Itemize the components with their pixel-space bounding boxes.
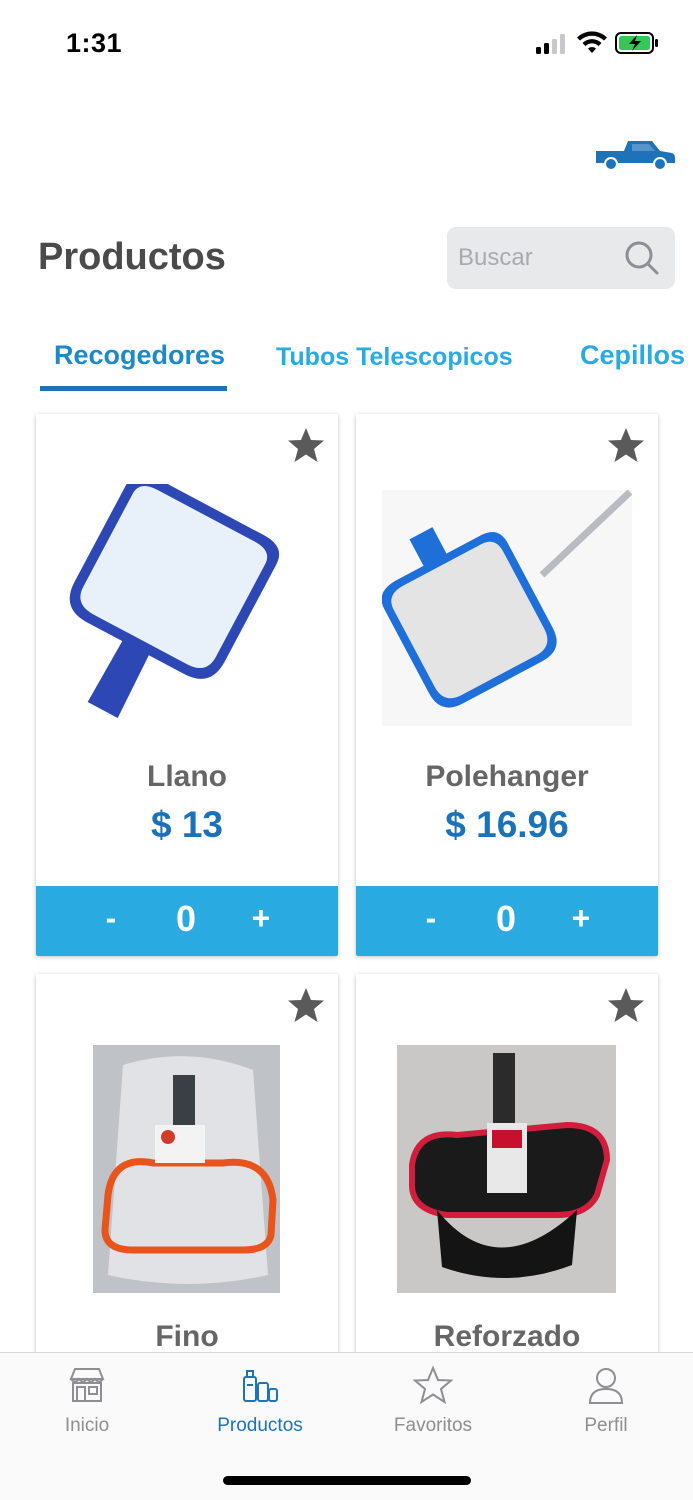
- quantity-value: 0: [495, 898, 517, 939]
- product-card[interactable]: Fino: [36, 974, 338, 1394]
- favorite-star-icon[interactable]: [606, 986, 646, 1024]
- product-name: Llano: [147, 760, 227, 793]
- favorite-star-icon[interactable]: [286, 426, 326, 464]
- product-card[interactable]: Polehanger $ 16.96 - 0 +: [356, 414, 658, 956]
- nav-label: Favoritos: [393, 1415, 473, 1436]
- star-outline-icon: [413, 1365, 453, 1405]
- product-card[interactable]: Reforzado: [356, 974, 658, 1394]
- quantity-stepper: - 0 +: [36, 886, 338, 956]
- nav-label: Inicio: [64, 1415, 110, 1436]
- products-icon: [243, 1370, 278, 1402]
- quantity-stepper: - 0 +: [356, 886, 658, 956]
- category-tabs: Recogedores Tubos Telescopicos Cepillos: [0, 332, 693, 394]
- search-icon[interactable]: [623, 239, 661, 277]
- battery-icon: [615, 32, 658, 54]
- product-image-skimmer-with-pole[interactable]: [382, 490, 632, 726]
- product-name: Polehanger: [425, 760, 589, 793]
- nav-item-perfil[interactable]: Perfil: [546, 1365, 666, 1437]
- product-image-blue-leaf-skimmer[interactable]: [54, 484, 318, 739]
- search-input[interactable]: Buscar: [447, 227, 675, 289]
- product-name: Fino: [155, 1320, 219, 1353]
- tab-recogedores[interactable]: Recogedores: [54, 340, 225, 371]
- nav-label: Perfil: [584, 1415, 628, 1436]
- decrease-button[interactable]: -: [96, 900, 126, 937]
- search-placeholder: Buscar: [458, 244, 533, 271]
- truck-icon[interactable]: [594, 137, 676, 171]
- quantity-value: 0: [175, 898, 197, 939]
- wifi-icon: [577, 31, 607, 53]
- product-name: Reforzado: [433, 1320, 581, 1353]
- tab-cepillos[interactable]: Cepillos: [580, 340, 685, 371]
- home-indicator: [223, 1476, 471, 1485]
- nav-label: Productos: [217, 1415, 303, 1436]
- status-time: 1:31: [66, 28, 123, 58]
- product-price: $ 16.96: [445, 804, 569, 845]
- increase-button[interactable]: +: [566, 900, 596, 937]
- page-title: Productos: [38, 236, 226, 278]
- user-icon: [588, 1368, 624, 1404]
- product-price: $ 13: [150, 804, 223, 845]
- cellular-signal-icon: [536, 34, 568, 54]
- favorite-star-icon[interactable]: [286, 986, 326, 1024]
- active-tab-indicator: [40, 386, 227, 391]
- tab-tubos-telescopicos[interactable]: Tubos Telescopicos: [276, 343, 513, 372]
- product-image-red-deep-bag-skimmer[interactable]: [397, 1045, 616, 1293]
- decrease-button[interactable]: -: [416, 900, 446, 937]
- nav-item-favoritos[interactable]: Favoritos: [373, 1365, 493, 1437]
- nav-item-productos[interactable]: Productos: [200, 1365, 320, 1437]
- increase-button[interactable]: +: [246, 900, 276, 937]
- status-bar: 1:31: [0, 0, 693, 90]
- nav-item-inicio[interactable]: Inicio: [27, 1365, 147, 1437]
- product-card[interactable]: Llano $ 13 - 0 +: [36, 414, 338, 956]
- product-image-bagged-orange-skimmer[interactable]: [93, 1045, 280, 1293]
- favorite-star-icon[interactable]: [606, 426, 646, 464]
- store-icon: [69, 1368, 105, 1402]
